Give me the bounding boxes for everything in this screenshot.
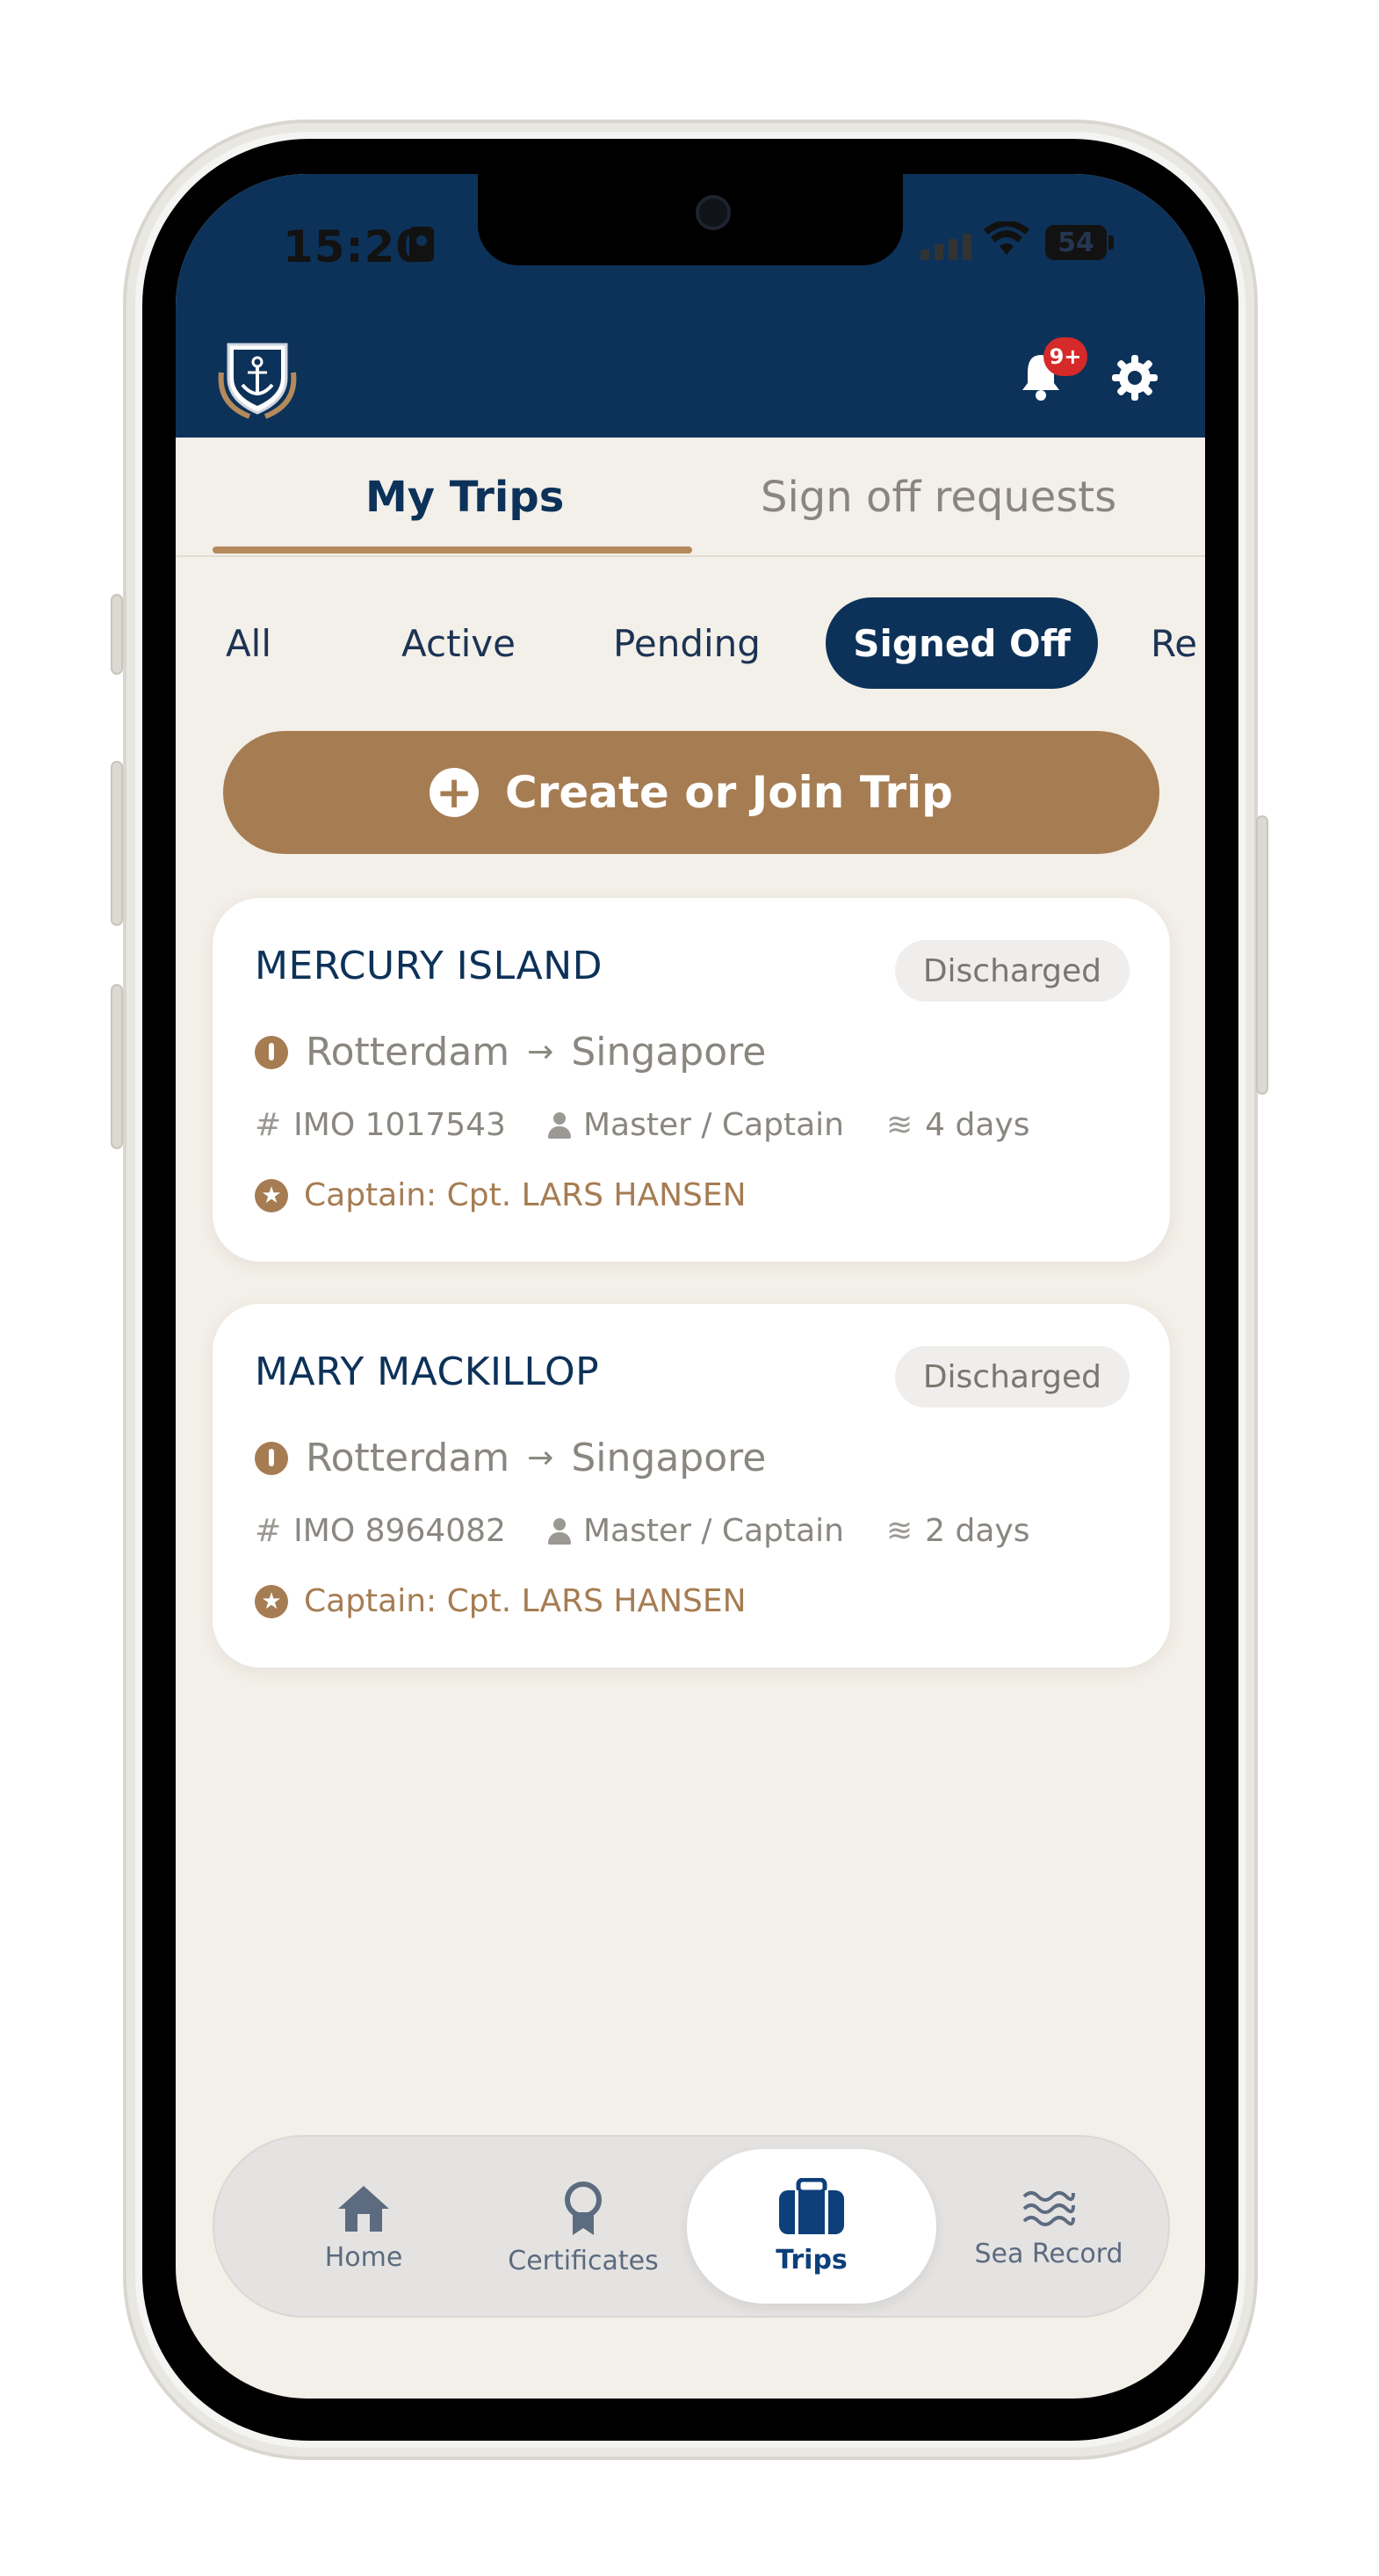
location-pin-icon <box>255 1035 288 1069</box>
trip-filter-chips: All Active Pending Signed Off Re <box>176 597 1205 694</box>
phone-power-button <box>1256 815 1268 1095</box>
waves-icon: ≋ <box>885 1513 913 1549</box>
arrow-right-icon: → <box>527 1034 554 1070</box>
phone-volume-down <box>111 984 123 1149</box>
vessel-name: MARY MACKILLOP <box>255 1350 600 1394</box>
trip-duration: 4 days <box>925 1107 1030 1143</box>
filter-chip-signed-off[interactable]: Signed Off <box>826 597 1098 689</box>
nav-item-trips[interactable]: Trips <box>687 2149 936 2304</box>
waves-icon: ≋ <box>885 1107 913 1143</box>
filter-chip-partial[interactable]: Re <box>1151 597 1205 689</box>
app-header: 15:20 54 9+ <box>176 174 1205 438</box>
cellular-signal-icon <box>921 234 971 260</box>
vessel-name: MERCURY ISLAND <box>255 944 603 988</box>
route-destination: Singapore <box>571 1030 767 1075</box>
front-camera <box>696 195 731 230</box>
battery-indicator: 54 <box>1045 225 1107 260</box>
filter-chip-pending[interactable]: Pending <box>592 597 782 689</box>
award-icon <box>565 2181 602 2235</box>
trip-route: Rotterdam → Singapore <box>255 1030 766 1075</box>
trip-duration: 2 days <box>925 1513 1030 1549</box>
trip-meta: # IMO 8964082 Master / Captain ≋ 2 days <box>255 1513 1072 1549</box>
crew-role: Master / Captain <box>582 1513 844 1549</box>
captain-name: Captain: Cpt. LARS HANSEN <box>304 1583 747 1619</box>
arrow-right-icon: → <box>527 1440 554 1476</box>
waves-icon <box>1022 2190 1075 2226</box>
status-time: 15:20 <box>283 221 428 272</box>
home-icon <box>338 2185 389 2232</box>
imo-number: IMO 8964082 <box>293 1513 506 1549</box>
imo-number: IMO 1017543 <box>293 1107 506 1143</box>
location-pin-icon <box>255 1441 288 1475</box>
filter-chip-active[interactable]: Active <box>372 597 545 689</box>
battery-cap <box>1108 235 1114 250</box>
route-origin: Rotterdam <box>306 1436 510 1480</box>
phone-mute-switch <box>111 594 123 675</box>
nav-item-certificates[interactable]: Certificates <box>487 2137 680 2319</box>
crew-role: Master / Captain <box>582 1107 844 1143</box>
person-icon <box>547 1111 571 1139</box>
nav-label-sea-record: Sea Record <box>974 2238 1123 2269</box>
wifi-icon <box>984 221 1029 255</box>
status-badge: Discharged <box>894 1346 1130 1407</box>
trip-card[interactable]: MERCURY ISLAND Discharged Rotterdam → Si… <box>213 898 1170 1262</box>
nav-label-home: Home <box>324 2241 403 2273</box>
id-card-icon <box>409 227 434 262</box>
hash-icon: # <box>255 1513 282 1549</box>
nav-item-home[interactable]: Home <box>267 2137 460 2319</box>
star-icon: ★ <box>255 1584 288 1618</box>
trip-meta: # IMO 1017543 Master / Captain ≋ 4 days <box>255 1107 1072 1143</box>
nav-label-trips: Trips <box>776 2244 848 2276</box>
app-screen: 15:20 54 9+ My Trips Sign off requests A… <box>176 174 1205 2399</box>
trip-route: Rotterdam → Singapore <box>255 1436 766 1480</box>
filter-chip-all[interactable]: All <box>209 597 288 689</box>
tab-my-trips[interactable]: My Trips <box>365 473 564 522</box>
camera-notch <box>478 174 903 265</box>
nav-item-sea-record[interactable]: Sea Record <box>952 2137 1145 2319</box>
captain-info: ★ Captain: Cpt. LARS HANSEN <box>255 1583 747 1619</box>
briefcase-icon <box>779 2177 844 2234</box>
nav-label-certificates: Certificates <box>508 2245 659 2276</box>
route-origin: Rotterdam <box>306 1030 510 1075</box>
status-badge: Discharged <box>894 940 1130 1002</box>
plus-icon: + <box>430 768 480 817</box>
captain-name: Captain: Cpt. LARS HANSEN <box>304 1177 747 1213</box>
bottom-navigation: Home Certificates Trips Sea Record <box>213 2135 1170 2318</box>
notification-count-badge: 9+ <box>1043 337 1087 376</box>
active-tab-indicator <box>213 546 692 554</box>
anchor-crest-logo-icon <box>218 343 297 419</box>
route-destination: Singapore <box>571 1436 767 1480</box>
create-or-join-trip-label: Create or Join Trip <box>505 767 953 818</box>
trips-tab-bar: My Trips Sign off requests <box>176 438 1205 557</box>
create-or-join-trip-button[interactable]: + Create or Join Trip <box>223 731 1159 854</box>
trip-card[interactable]: MARY MACKILLOP Discharged Rotterdam → Si… <box>213 1304 1170 1668</box>
tab-sign-off-requests[interactable]: Sign off requests <box>761 473 1116 522</box>
person-icon <box>547 1517 571 1545</box>
star-icon: ★ <box>255 1178 288 1212</box>
captain-info: ★ Captain: Cpt. LARS HANSEN <box>255 1177 747 1213</box>
hash-icon: # <box>255 1107 282 1143</box>
phone-volume-up <box>111 761 123 926</box>
settings-gear-icon[interactable] <box>1112 355 1158 401</box>
